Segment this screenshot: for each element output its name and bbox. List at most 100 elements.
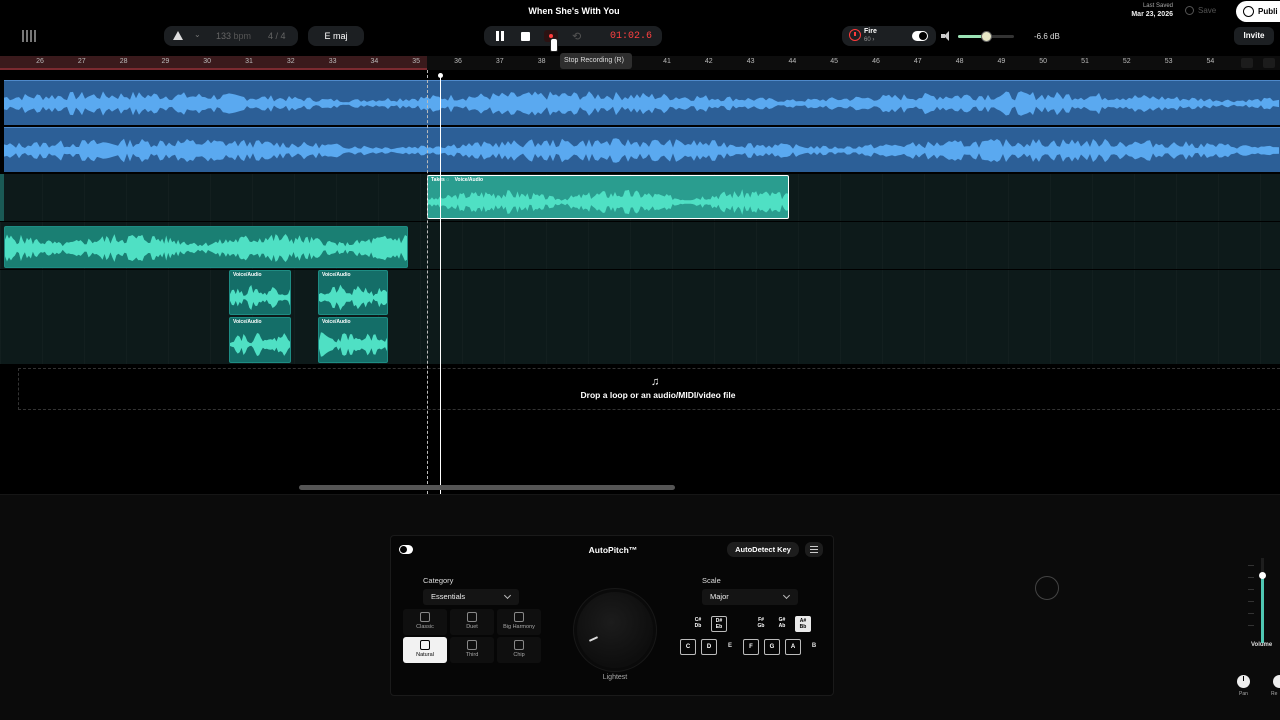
preset-icon xyxy=(420,640,430,650)
preset-classic[interactable]: Classic xyxy=(403,609,447,635)
pause-icon[interactable] xyxy=(496,31,504,41)
mixer-icon[interactable] xyxy=(22,30,36,42)
autodetect-key-button[interactable]: AutoDetect Key xyxy=(727,542,799,557)
ruler-bar-number: 30 xyxy=(203,58,212,65)
track-volume-slider[interactable] xyxy=(1259,558,1266,643)
note-button[interactable]: E xyxy=(722,639,738,655)
publish-button[interactable]: Publi xyxy=(1236,1,1280,22)
top-bar: When She's With You ⌄ 133 bpm 4 / 4 E ma… xyxy=(0,0,1280,69)
audio-clip-small[interactable]: Voice/Audio xyxy=(229,317,291,363)
pitch-knob[interactable] xyxy=(577,592,653,668)
autopitch-panel: AutoPitch™ AutoDetect Key Category Essen… xyxy=(390,535,834,696)
autopitch-toggle[interactable] xyxy=(399,545,413,554)
snap-icon[interactable] xyxy=(1241,58,1253,68)
ruler-bar-number: 29 xyxy=(161,58,170,65)
track-lane[interactable] xyxy=(0,270,1280,364)
timeline-ruler[interactable]: 2627282930313233343536373839404142434445… xyxy=(0,56,1280,70)
preset-label: Third xyxy=(465,652,479,658)
playhead[interactable] xyxy=(440,74,441,494)
note-button[interactable]: B xyxy=(806,639,822,655)
volume-thumb[interactable] xyxy=(981,31,992,42)
globe-icon xyxy=(1243,6,1254,17)
volume-thumb[interactable] xyxy=(1259,572,1266,579)
tracks-area[interactable]: Takes ◌ Voice/Audio Voice/Audio Voice/Au… xyxy=(0,70,1280,494)
tempo-control[interactable]: ⌄ 133 bpm 4 / 4 xyxy=(164,26,298,46)
save-button[interactable]: Save xyxy=(1180,2,1228,20)
audio-clip-blue-2[interactable] xyxy=(4,127,1280,172)
ruler-bar-number: 33 xyxy=(328,58,337,65)
note-button[interactable]: G xyxy=(764,639,780,655)
preset-icon xyxy=(514,640,524,650)
ruler-bar-number: 31 xyxy=(245,58,253,65)
preset-label: Classic xyxy=(416,624,434,630)
ruler-bar-number: 35 xyxy=(412,58,421,65)
fire-label: Fire xyxy=(864,28,877,35)
time-signature[interactable]: 4 / 4 xyxy=(268,31,286,41)
note-button[interactable]: C# Db xyxy=(690,616,706,632)
fire-toggle[interactable] xyxy=(912,31,928,41)
tooltip: Stop Recording (R) xyxy=(560,53,632,69)
preset-natural[interactable]: Natural xyxy=(403,637,447,663)
last-saved-label: Last Saved xyxy=(1142,3,1173,9)
note-button[interactable]: D xyxy=(701,639,717,655)
loop-icon[interactable]: ⟲ xyxy=(572,30,581,43)
note-button[interactable]: A# Bb xyxy=(795,616,811,632)
playhead-handle[interactable] xyxy=(438,73,443,78)
last-saved-date: Mar 23, 2026 xyxy=(1131,11,1173,18)
horizontal-scrollbar[interactable] xyxy=(299,485,675,490)
note-button[interactable]: A xyxy=(785,639,801,655)
audio-clip-small[interactable]: Voice/Audio xyxy=(318,317,388,363)
ruler-bar-number: 48 xyxy=(955,58,964,65)
song-title[interactable]: When She's With You xyxy=(474,6,674,16)
knob-label: Lightest xyxy=(602,674,628,681)
volume-db: -6.6 dB xyxy=(1034,32,1060,41)
key-button[interactable]: E maj xyxy=(308,26,364,46)
chevron-down-icon[interactable]: ⌄ xyxy=(194,30,201,39)
preset-icon xyxy=(420,612,430,622)
preset-chip[interactable]: Chip xyxy=(497,637,541,663)
ruler-bar-number: 53 xyxy=(1164,58,1173,65)
audio-clip-teal[interactable] xyxy=(4,226,408,268)
takes-clip[interactable]: Takes ◌ Voice/Audio xyxy=(427,175,789,219)
category-select[interactable]: Essentials xyxy=(423,589,519,605)
note-button[interactable]: D# Eb xyxy=(711,616,727,632)
speaker-icon[interactable] xyxy=(941,31,953,41)
preset-label: Big Harmony xyxy=(503,624,535,630)
audio-clip-blue-1[interactable] xyxy=(4,80,1280,125)
drop-zone[interactable] xyxy=(18,368,1280,410)
note-button[interactable]: F# Gb xyxy=(753,616,769,632)
fire-control[interactable]: Fire 60 › xyxy=(842,26,936,46)
waveform xyxy=(5,234,407,262)
invite-button[interactable]: Invite xyxy=(1234,27,1274,45)
preset-label: Natural xyxy=(416,652,434,658)
ruler-bar-number: 52 xyxy=(1122,58,1131,65)
note-button[interactable]: F xyxy=(743,639,759,655)
ruler-bar-number: 41 xyxy=(663,58,671,65)
audio-clip-small[interactable]: Voice/Audio xyxy=(318,270,388,315)
settings-sliders-icon[interactable] xyxy=(805,542,823,557)
preset-duet[interactable]: Duet xyxy=(450,609,494,635)
recording-range xyxy=(0,56,427,70)
note-button[interactable]: G# Ab xyxy=(774,616,790,632)
stop-icon[interactable] xyxy=(521,32,530,41)
waveform xyxy=(230,333,290,356)
volume-label: Volume xyxy=(1251,642,1273,648)
ruler-bar-number: 28 xyxy=(119,58,128,65)
note-button[interactable]: C xyxy=(680,639,696,655)
preset-third[interactable]: Third xyxy=(450,637,494,663)
ruler-bar-number: 42 xyxy=(704,58,713,65)
preset-big-harmony[interactable]: Big Harmony xyxy=(497,609,541,635)
ruler-bar-number: 54 xyxy=(1206,58,1215,65)
pan-knob[interactable] xyxy=(1237,675,1250,688)
clip-label: Voice/Audio xyxy=(322,272,351,278)
ruler-bar-number: 34 xyxy=(370,58,379,65)
scale-select[interactable]: Major xyxy=(702,589,798,605)
grid-icon[interactable] xyxy=(1263,58,1275,68)
preset-icon xyxy=(467,612,477,622)
reverb-knob[interactable] xyxy=(1273,675,1280,688)
audio-clip-small[interactable]: Voice/Audio xyxy=(229,270,291,315)
preset-label: Duet xyxy=(466,624,478,630)
tempo-value[interactable]: 133 bpm xyxy=(216,31,251,41)
metronome-icon[interactable] xyxy=(173,31,183,40)
master-volume-slider[interactable] xyxy=(958,31,1014,42)
